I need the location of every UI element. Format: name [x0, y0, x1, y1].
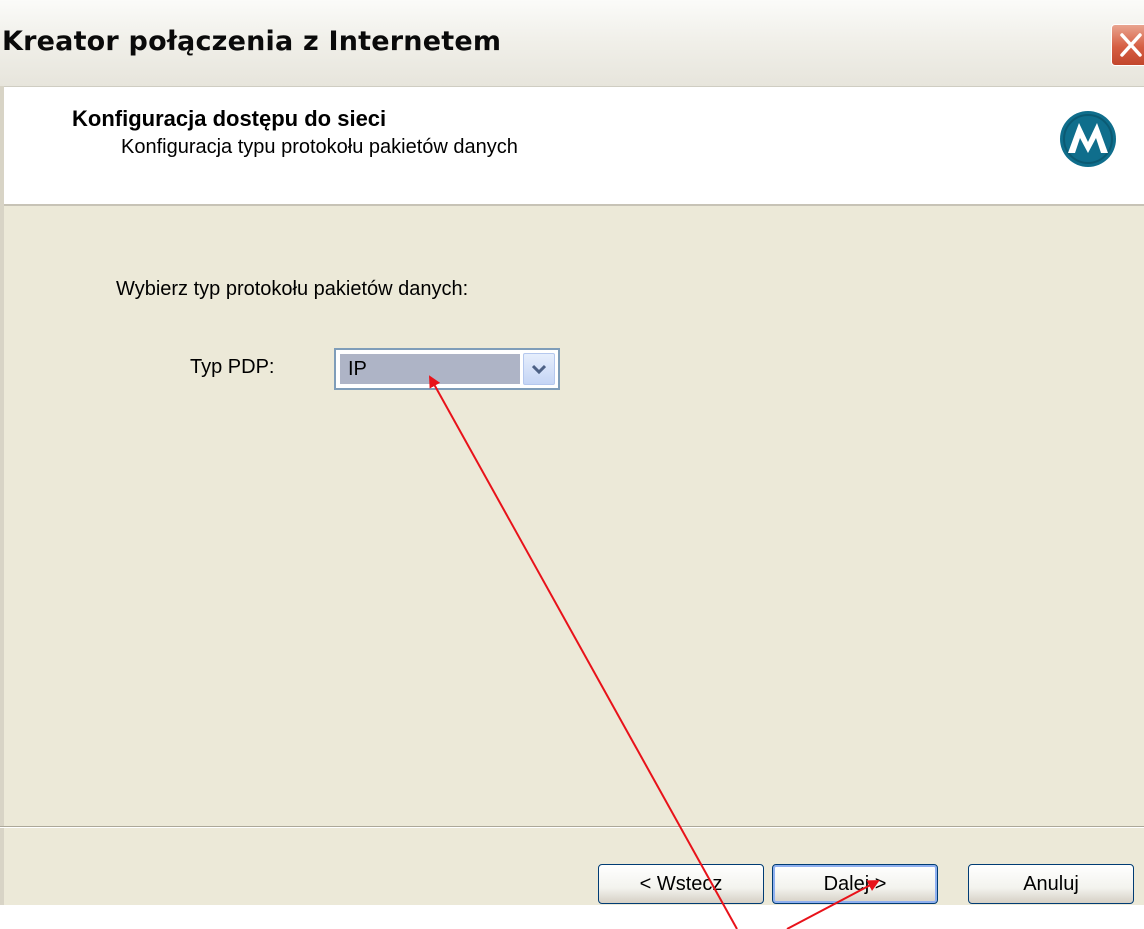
- footer-separator: [0, 826, 1144, 828]
- pdp-type-select[interactable]: IP: [334, 348, 560, 390]
- dropdown-button[interactable]: [523, 353, 555, 385]
- header-title: Konfiguracja dostępu do sieci: [72, 106, 387, 131]
- close-button[interactable]: [1111, 24, 1144, 66]
- close-icon: [1120, 33, 1142, 57]
- wizard-window: Kreator połączenia z Internetem Konfigur…: [0, 0, 1144, 905]
- pdp-prompt: Wybierz typ protokołu pakietów danych:: [116, 278, 469, 300]
- page: Kreator połączenia z Internetem Konfigur…: [0, 0, 1144, 929]
- next-button[interactable]: Dalej >: [772, 864, 938, 904]
- pdp-type-value: IP: [340, 354, 520, 384]
- wizard-content: Wybierz typ protokołu pakietów danych: T…: [0, 206, 1144, 826]
- chevron-down-icon: [532, 364, 546, 375]
- window-title: Kreator połączenia z Internetem: [2, 26, 502, 57]
- cancel-button[interactable]: Anuluj: [968, 864, 1134, 904]
- wizard-header: Konfiguracja dostępu do sieci Konfigurac…: [0, 87, 1144, 206]
- title-bar: Kreator połączenia z Internetem: [0, 0, 1144, 87]
- pdp-type-label: Typ PDP:: [190, 356, 275, 378]
- header-subtitle: Konfiguracja typu protokołu pakietów dan…: [121, 136, 518, 158]
- back-button[interactable]: < Wstecz: [598, 864, 764, 904]
- motorola-logo-icon: [1060, 111, 1116, 167]
